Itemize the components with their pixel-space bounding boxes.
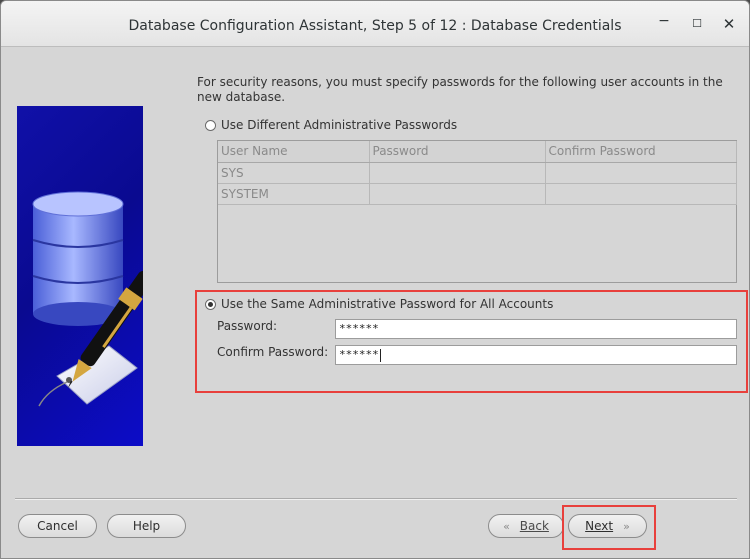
next-arrow-icon: » bbox=[623, 519, 630, 533]
close-icon[interactable]: ✕ bbox=[719, 14, 739, 34]
column-header-password: Password bbox=[369, 141, 546, 163]
cell-confirm-password bbox=[545, 183, 737, 205]
back-button[interactable]: « Back bbox=[488, 514, 564, 538]
column-header-confirm-password: Confirm Password bbox=[545, 141, 737, 163]
password-input[interactable]: ****** bbox=[335, 319, 737, 339]
back-arrow-icon: « bbox=[503, 519, 510, 533]
cancel-button-label: Cancel bbox=[37, 519, 78, 533]
confirm-password-label: Confirm Password: bbox=[217, 345, 329, 359]
next-button-label: Next bbox=[585, 519, 614, 533]
text-caret bbox=[379, 348, 381, 362]
table-row: SYSTEM bbox=[218, 183, 737, 205]
cell-confirm-password bbox=[545, 162, 737, 184]
table-header-row: User Name Password Confirm Password bbox=[218, 141, 737, 163]
different-passwords-label: Use Different Administrative Passwords bbox=[221, 118, 458, 132]
confirm-password-input[interactable]: ****** bbox=[335, 345, 737, 365]
cell-password bbox=[369, 183, 546, 205]
database-illustration bbox=[17, 106, 143, 446]
footer-divider bbox=[15, 498, 737, 500]
table-row: SYS bbox=[218, 162, 737, 184]
intro-text: For security reasons, you must specify p… bbox=[197, 75, 723, 104]
same-password-radio[interactable] bbox=[205, 298, 216, 310]
next-button[interactable]: Next » bbox=[568, 514, 647, 538]
user-password-table: User Name Password Confirm Password SYS … bbox=[217, 140, 737, 283]
cancel-button[interactable]: Cancel bbox=[18, 514, 97, 538]
confirm-password-value: ****** bbox=[339, 348, 379, 361]
column-header-user-name: User Name bbox=[218, 141, 370, 163]
window-title: Database Configuration Assistant, Step 5… bbox=[128, 18, 622, 34]
minimize-icon[interactable]: − bbox=[654, 11, 674, 31]
maximize-icon[interactable]: ☐ bbox=[687, 14, 707, 34]
database-pen-illustration-icon bbox=[32, 191, 143, 407]
cell-password bbox=[369, 162, 546, 184]
use-same-password-option[interactable]: Use the Same Administrative Password for… bbox=[205, 296, 553, 312]
help-button[interactable]: Help bbox=[107, 514, 186, 538]
cell-user-name: SYSTEM bbox=[218, 183, 370, 205]
same-password-label: Use the Same Administrative Password for… bbox=[221, 297, 554, 311]
password-value: ****** bbox=[339, 322, 379, 335]
title-bar[interactable]: Database Configuration Assistant, Step 5… bbox=[1, 1, 749, 47]
back-button-label: Back bbox=[519, 519, 549, 533]
different-passwords-radio[interactable] bbox=[205, 119, 216, 131]
dbca-window: Database Configuration Assistant, Step 5… bbox=[0, 0, 750, 559]
password-label: Password: bbox=[217, 319, 278, 333]
use-different-passwords-option[interactable]: Use Different Administrative Passwords bbox=[205, 117, 457, 133]
cell-user-name: SYS bbox=[218, 162, 370, 184]
help-button-label: Help bbox=[132, 519, 161, 533]
